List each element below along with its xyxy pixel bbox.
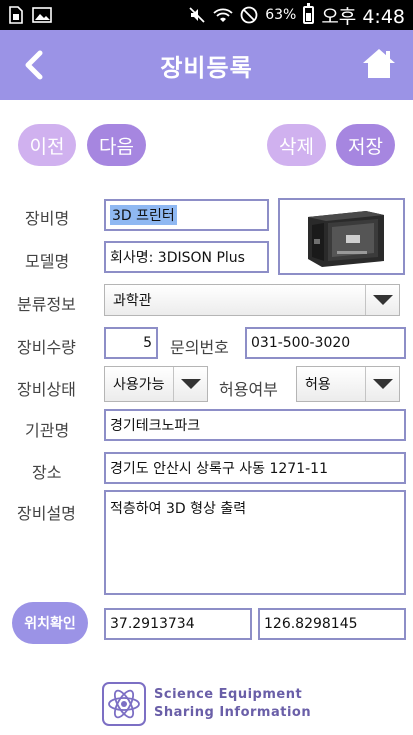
latitude-input[interactable]: 37.2913734 bbox=[104, 608, 252, 640]
atom-logo-icon bbox=[102, 682, 146, 726]
chevron-down-icon bbox=[365, 367, 399, 401]
status-bar: 63% 오후 4:48 bbox=[0, 0, 413, 30]
model-name-value: 회사명: 3DISON Plus bbox=[110, 250, 245, 266]
sim-card-icon bbox=[9, 6, 23, 24]
status-value: 사용가능 bbox=[113, 377, 165, 393]
equipment-name-label: 장비명 bbox=[25, 209, 70, 228]
institution-input[interactable]: 경기테크노파크 bbox=[104, 409, 406, 441]
inquiry-number-value: 031-500-3020 bbox=[251, 335, 351, 351]
chevron-down-icon bbox=[365, 285, 399, 315]
longitude-input[interactable]: 126.8298145 bbox=[258, 608, 406, 640]
delete-button[interactable]: 삭제 bbox=[267, 124, 326, 166]
save-button[interactable]: 저장 bbox=[336, 124, 395, 166]
wifi-icon bbox=[213, 8, 233, 22]
image-icon bbox=[32, 7, 52, 23]
longitude-value: 126.8298145 bbox=[264, 616, 358, 632]
battery-icon bbox=[303, 3, 315, 24]
next-button[interactable]: 다음 bbox=[87, 124, 146, 166]
quantity-input[interactable]: 5 bbox=[104, 327, 158, 359]
location-value: 경기도 안산시 상록구 사동 1271-11 bbox=[110, 461, 328, 477]
location-input[interactable]: 경기도 안산시 상록구 사동 1271-11 bbox=[104, 452, 406, 484]
mute-icon bbox=[189, 7, 205, 23]
institution-value: 경기테크노파크 bbox=[110, 418, 201, 434]
footer-logo: Science Equipment Sharing Information bbox=[102, 681, 312, 727]
permission-dropdown[interactable]: 허용 bbox=[296, 366, 400, 402]
footer-line-1: Science Equipment bbox=[154, 687, 303, 702]
back-arrow-icon[interactable] bbox=[20, 49, 52, 81]
battery-percent: 63% bbox=[265, 7, 297, 23]
inquiry-label: 문의번호 bbox=[170, 338, 229, 357]
quantity-label: 장비수량 bbox=[17, 338, 76, 357]
clock-time: 오후 4:48 bbox=[321, 5, 405, 28]
chevron-down-icon bbox=[173, 367, 207, 401]
description-textarea[interactable]: 적층하여 3D 형상 출력 bbox=[104, 490, 406, 595]
permission-label: 허용여부 bbox=[219, 380, 278, 399]
footer-line-2: Sharing Information bbox=[154, 705, 312, 720]
latitude-value: 37.2913734 bbox=[110, 616, 195, 632]
status-dropdown[interactable]: 사용가능 bbox=[104, 366, 208, 402]
no-entry-icon bbox=[240, 6, 258, 24]
quantity-value: 5 bbox=[143, 335, 152, 351]
page-title: 장비등록 bbox=[160, 53, 253, 82]
category-value: 과학관 bbox=[113, 293, 152, 309]
description-value: 적층하여 3D 형상 출력 bbox=[110, 501, 247, 517]
check-location-button[interactable]: 위치확인 bbox=[12, 602, 88, 644]
description-label: 장비설명 bbox=[17, 504, 76, 523]
equipment-photo[interactable] bbox=[278, 198, 405, 275]
location-label: 장소 bbox=[32, 463, 62, 482]
category-dropdown[interactable]: 과학관 bbox=[104, 284, 400, 316]
equipment-name-value: 3D 프린터 bbox=[110, 205, 177, 225]
equipment-name-input[interactable]: 3D 프린터 bbox=[104, 199, 269, 231]
status-label: 장비상태 bbox=[17, 380, 76, 399]
model-name-input[interactable]: 회사명: 3DISON Plus bbox=[104, 241, 269, 273]
app-bar: 장비등록 bbox=[0, 30, 413, 100]
category-label: 분류정보 bbox=[17, 295, 76, 314]
model-name-label: 모델명 bbox=[25, 252, 70, 271]
inquiry-number-input[interactable]: 031-500-3020 bbox=[245, 327, 406, 359]
permission-value: 허용 bbox=[305, 377, 331, 393]
3d-printer-image bbox=[307, 210, 384, 267]
home-icon[interactable] bbox=[361, 46, 397, 82]
institution-label: 기관명 bbox=[25, 421, 70, 440]
prev-button[interactable]: 이전 bbox=[18, 124, 76, 166]
